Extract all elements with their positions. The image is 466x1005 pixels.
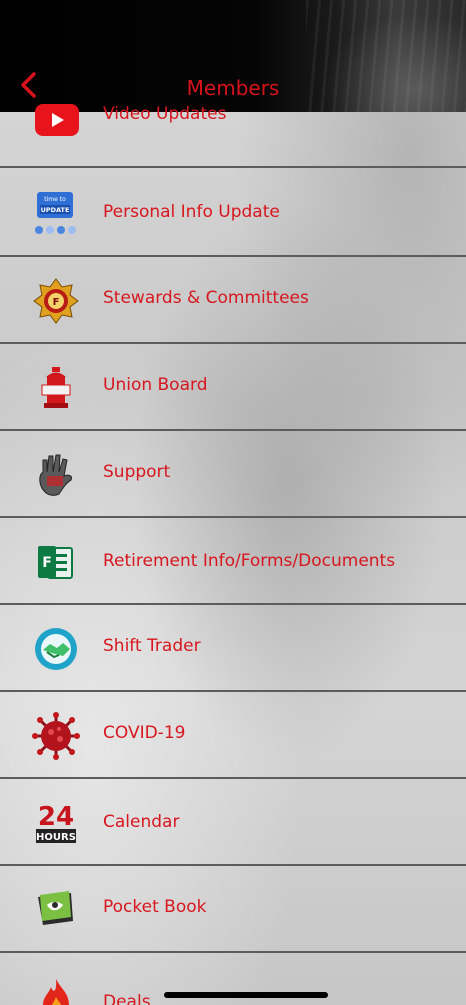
menu-item-video-updates[interactable]: Video Updates <box>0 96 466 168</box>
home-indicator[interactable] <box>164 992 328 998</box>
flame-icon <box>31 973 81 1005</box>
update-icon-top-text: time to <box>44 196 66 203</box>
menu-item-label: Video Updates <box>103 104 227 124</box>
fire-hydrant-icon <box>31 363 81 413</box>
menu-item-label: Calendar <box>103 812 180 832</box>
menu-item-stewards-committees[interactable]: F Stewards & Committees <box>0 257 466 344</box>
update-icon-bottom-text: UPDATE <box>41 206 70 214</box>
menu-item-label: Retirement Info/Forms/Documents <box>103 551 396 571</box>
menu-item-label: Stewards & Committees <box>103 288 309 308</box>
hand-icon <box>31 450 81 500</box>
calendar-icon-number: 24 <box>38 802 74 832</box>
page-title: Members <box>186 76 280 100</box>
svg-text:F: F <box>42 555 52 571</box>
menu-item-shift-trader[interactable]: Shift Trader <box>0 605 466 692</box>
menu-item-retirement-info[interactable]: F Retirement Info/Forms/Documents <box>0 518 466 605</box>
svg-text:F: F <box>53 297 60 308</box>
youtube-icon <box>35 103 79 137</box>
menu-item-label: Personal Info Update <box>103 202 280 222</box>
menu-item-pocket-book[interactable]: Pocket Book <box>0 866 466 953</box>
calendar-icon-hours: HOURS <box>36 832 76 843</box>
menu-item-label: Deals <box>103 992 151 1005</box>
menu-item-support[interactable]: Support <box>0 431 466 518</box>
menu-item-personal-info-update[interactable]: time to UPDATE Personal Info Update <box>0 170 466 257</box>
forms-icon: F <box>31 537 81 587</box>
menu-item-calendar[interactable]: 24 HOURS Calendar <box>0 779 466 866</box>
menu-item-label: COVID-19 <box>103 723 186 743</box>
handshake-icon <box>31 624 81 674</box>
menu-item-covid-19[interactable]: COVID-19 <box>0 692 466 779</box>
menu-item-label: Union Board <box>103 375 208 395</box>
pocket-book-icon <box>31 885 81 935</box>
members-menu-list: Video Updates time to UPDATE Personal In… <box>0 96 466 1005</box>
nav-header: Members <box>0 0 466 112</box>
time-to-update-icon: time to UPDATE <box>31 189 81 239</box>
iaff-badge-icon: F <box>31 276 81 326</box>
menu-item-union-board[interactable]: Union Board <box>0 344 466 431</box>
menu-item-label: Pocket Book <box>103 897 207 917</box>
menu-item-label: Support <box>103 462 171 482</box>
menu-item-label: Shift Trader <box>103 636 201 656</box>
24-hours-icon: 24 HOURS <box>31 798 81 848</box>
virus-icon <box>31 711 81 761</box>
